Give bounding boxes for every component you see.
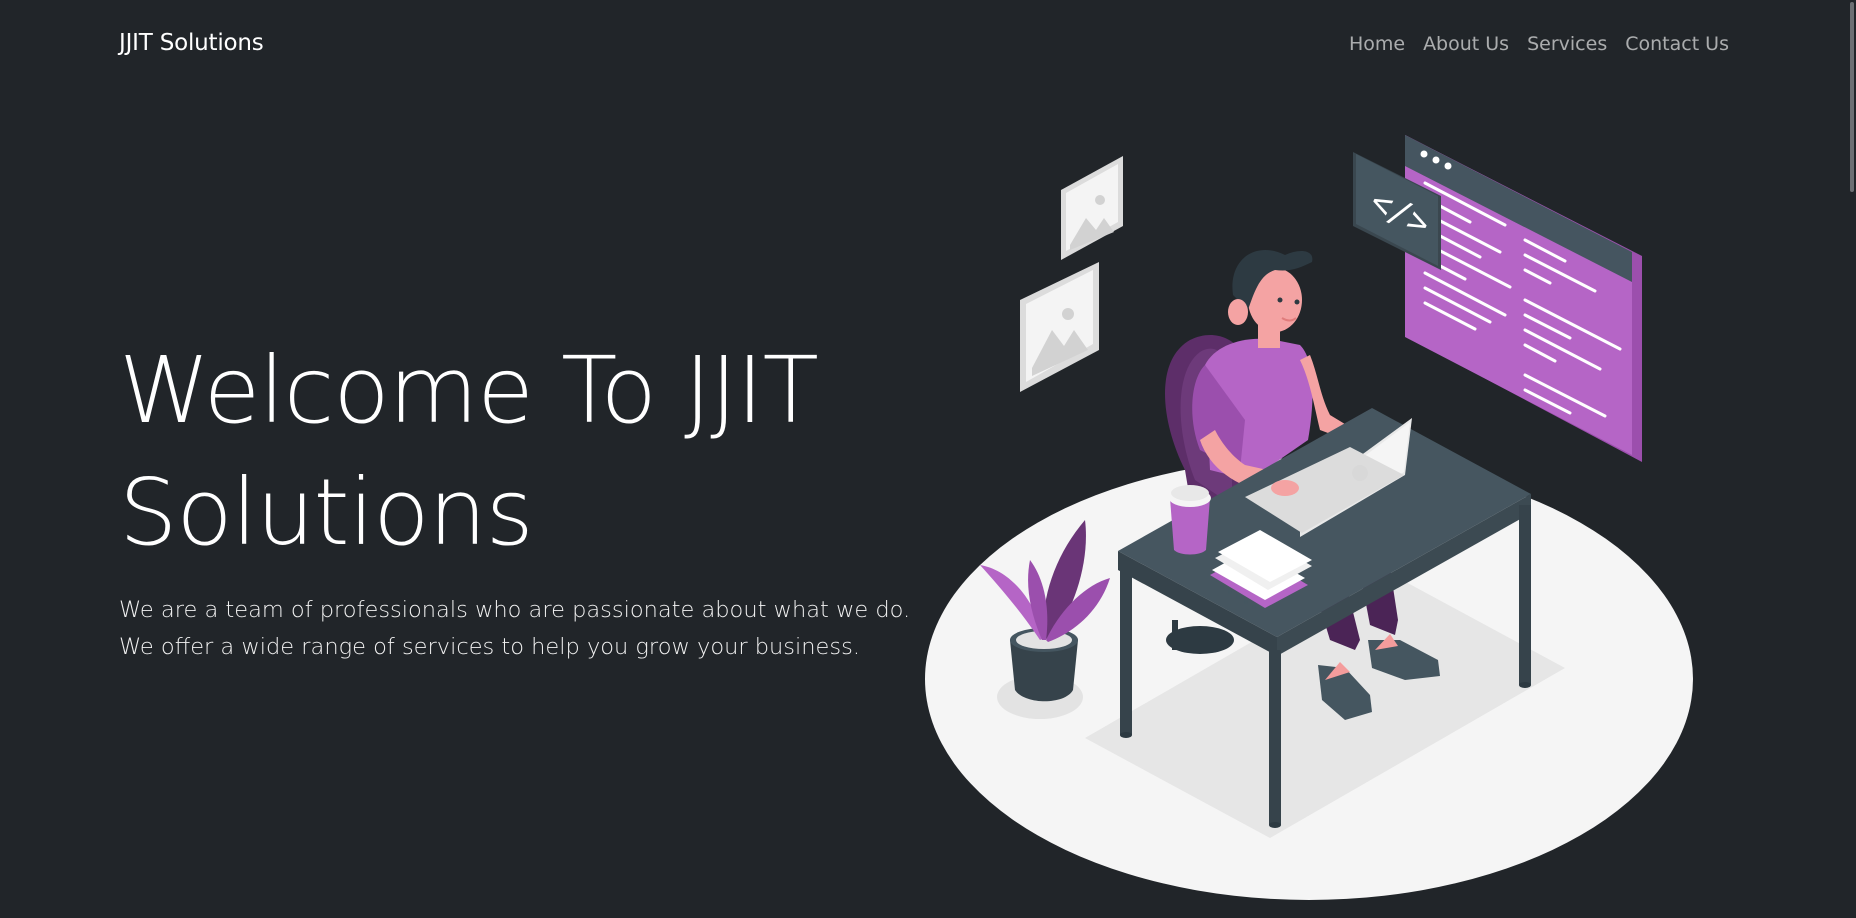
scrollbar-thumb[interactable]: [1850, 2, 1854, 192]
hero-illustration: </>: [925, 135, 1693, 900]
nav-link-home[interactable]: Home: [1349, 33, 1405, 55]
nav-link-services[interactable]: Services: [1527, 33, 1607, 55]
image-frame-icon: [1020, 262, 1099, 392]
hero-title-line-1: Welcome To JJIT: [119, 337, 819, 444]
navbar: JJIT Solutions Home About Us Services Co…: [0, 0, 1856, 92]
nav-link-contact-us[interactable]: Contact Us: [1625, 33, 1729, 55]
scrollbar-track[interactable]: [1846, 0, 1856, 918]
nav-link-about-us[interactable]: About Us: [1423, 33, 1509, 55]
hero-title-line-2: Solutions: [119, 459, 534, 566]
browser-window-icon: [1405, 135, 1642, 462]
image-frame-icon: [1061, 156, 1123, 260]
hero-section: Welcome To JJIT Solutions We are a team …: [119, 330, 919, 666]
nav-links: Home About Us Services Contact Us: [1349, 33, 1729, 55]
page: JJIT Solutions Home About Us Services Co…: [0, 0, 1856, 918]
hero-title: Welcome To JJIT Solutions: [119, 330, 919, 574]
hero-lead: We are a team of professionals who are p…: [119, 592, 919, 666]
cup-icon: [1169, 485, 1211, 555]
hero-lead-line-2: We offer a wide range of services to hel…: [119, 634, 860, 660]
navbar-brand[interactable]: JJIT Solutions: [119, 30, 264, 56]
hero-lead-line-1: We are a team of professionals who are p…: [119, 597, 911, 623]
